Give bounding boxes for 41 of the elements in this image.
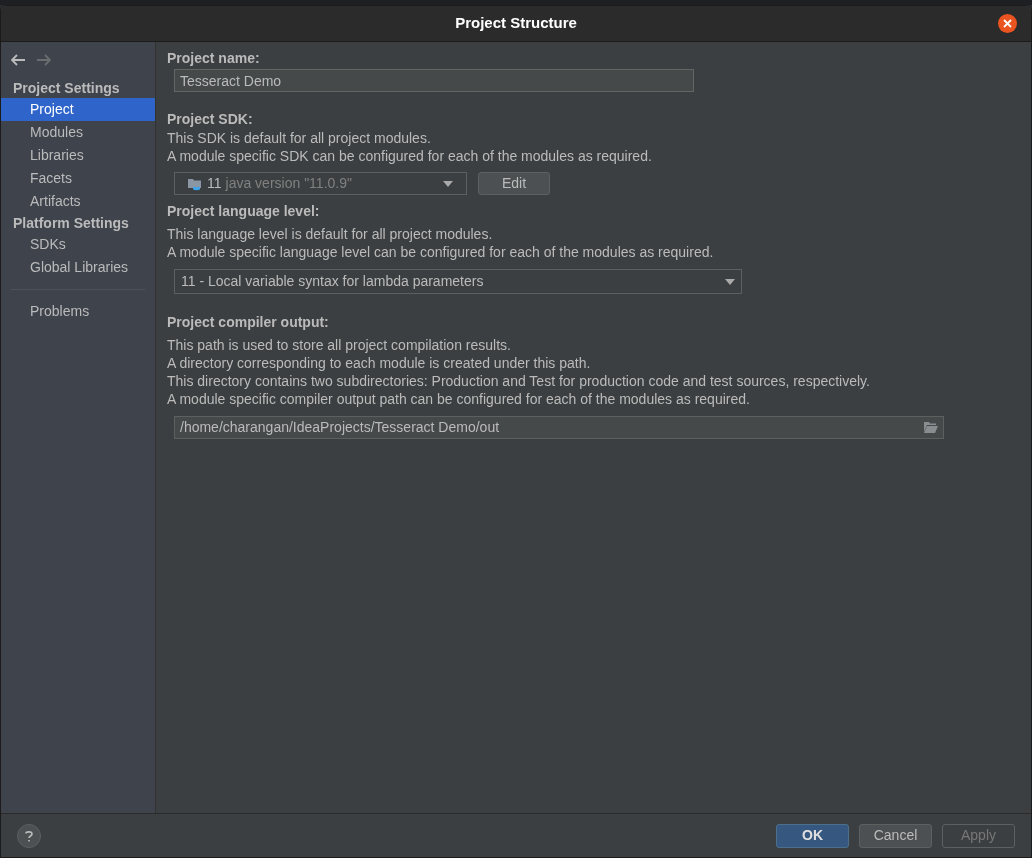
sidebar-item[interactable]: SDKs: [1, 233, 155, 256]
description-text: This path is used to store all project compilation results.: [167, 336, 512, 354]
window-title: Project Structure: [455, 13, 577, 34]
description-text: A module specific SDK can be configured for each of the modules as required.: [167, 147, 653, 165]
description-text: A module specific compiler output path can be configured for each of the modules as required.: [167, 390, 751, 408]
compiler-output-field[interactable]: /home/charangan/IdeaProjects/Tesseract Demo/out: [174, 416, 944, 439]
sdk-detail: java version "11.0.9": [225, 174, 352, 193]
language-level-dropdown[interactable]: 11 - Local variable syntax for lambda parameters: [174, 269, 742, 294]
sdk-version: 11: [207, 174, 222, 193]
sidebar-item[interactable]: Libraries: [1, 144, 155, 167]
sidebar-item[interactable]: Problems: [1, 300, 155, 323]
description-text: This SDK is default for all project modules.: [167, 129, 432, 147]
folder-icon: [188, 176, 203, 191]
dialog-button[interactable]: OK: [776, 823, 849, 848]
description-text: A directory corresponding to each module is created under this path.: [167, 354, 592, 372]
close-button[interactable]: [998, 14, 1017, 33]
sidebar-item[interactable]: Global Libraries: [1, 256, 155, 279]
description-text: A module specific language level can be configured for each of the modules as required.: [167, 243, 715, 261]
sidebar-group-heading: Project Settings: [12, 78, 121, 98]
sdk-dropdown[interactable]: 11 java version "11.0.9": [174, 172, 467, 195]
sidebar-group-heading: Platform Settings: [12, 213, 130, 233]
section-heading: Project SDK:: [167, 110, 254, 129]
sidebar-item[interactable]: Project: [1, 98, 155, 121]
folder-icon[interactable]: [924, 422, 938, 433]
dropdown-caret-icon: [725, 278, 735, 285]
dropdown-caret-icon: [443, 180, 453, 187]
sidebar-item[interactable]: Modules: [1, 121, 155, 144]
help-button[interactable]: [17, 823, 41, 848]
question-mark-icon: [25, 829, 33, 842]
section-heading: Project compiler output:: [167, 313, 330, 332]
section-heading: Project language level:: [167, 202, 321, 221]
back-arrow-icon[interactable]: [11, 54, 26, 66]
dialog-button[interactable]: Cancel: [859, 823, 932, 848]
project-name-field[interactable]: Tesseract Demo: [174, 69, 694, 92]
description-text: This directory contains two subdirectories: Production and Test for production code and test sources, respectively.: [167, 372, 871, 390]
edit-button[interactable]: Edit: [478, 172, 550, 195]
section-heading: Project name:: [167, 49, 261, 68]
description-text: This language level is default for all project modules.: [167, 225, 494, 243]
sidebar-item[interactable]: Artifacts: [1, 190, 155, 213]
close-icon: [1003, 19, 1012, 28]
sidebar-item[interactable]: Facets: [1, 167, 155, 190]
